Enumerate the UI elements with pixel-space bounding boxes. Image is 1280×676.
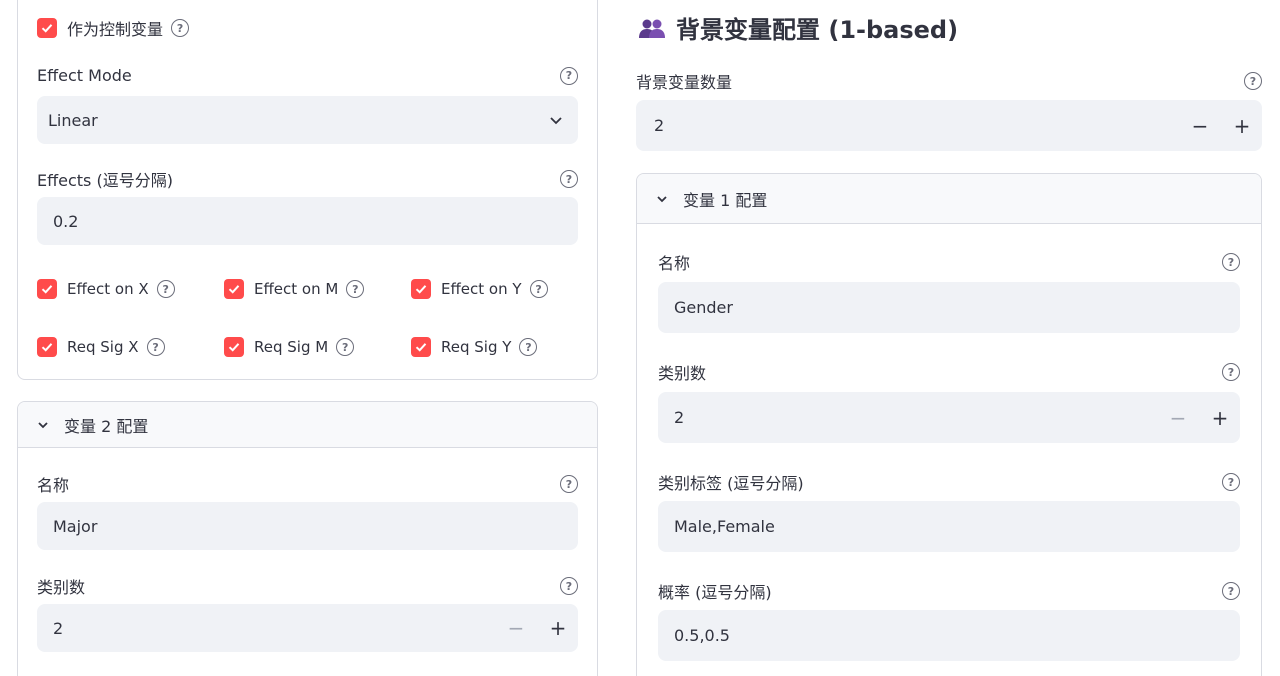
name-label: 名称 <box>658 254 691 273</box>
chevron-down-icon <box>38 421 48 428</box>
effect-on-y-checkbox[interactable]: Effect on Y ? <box>411 279 548 299</box>
control-variable-checkbox[interactable]: 作为控制变量 ? <box>37 16 190 40</box>
req-sig-y-checkbox[interactable]: Req Sig Y ? <box>411 337 538 357</box>
stepper-buttons: − + <box>1168 392 1230 443</box>
variable-1-header-label: 变量 1 配置 <box>683 190 768 210</box>
name-label: 名称 <box>37 476 70 495</box>
plus-button[interactable]: + <box>1232 114 1252 138</box>
effect-mode-value: Linear <box>48 110 98 130</box>
plus-button[interactable]: + <box>1210 406 1230 430</box>
effect-on-m-checkbox[interactable]: Effect on M ? <box>224 279 365 299</box>
variable-2-header-label: 变量 2 配置 <box>64 416 149 436</box>
help-icon[interactable]: ? <box>1222 582 1240 600</box>
categories-label-row: 类别数 ? <box>37 574 578 598</box>
background-count-value: 2 <box>654 116 665 135</box>
help-icon[interactable]: ? <box>560 475 578 493</box>
effects-label-row: Effects (逗号分隔) ? <box>37 167 578 191</box>
variable-2-categories-value: 2 <box>53 618 64 638</box>
page-title: 背景变量配置 (1-based) <box>638 10 958 45</box>
variable-1-categories-stepper[interactable]: 2 − + <box>658 392 1240 443</box>
probability-input[interactable]: 0.5,0.5 <box>658 610 1240 661</box>
effects-value: 0.2 <box>53 211 79 231</box>
control-variable-label: 作为控制变量 <box>67 20 164 39</box>
variable-2-expander-header[interactable]: 变量 2 配置 <box>18 402 597 448</box>
right-column: 背景变量配置 (1-based) 背景变量数量 ? 2 − + 变量 1 配置 … <box>618 0 1280 676</box>
checkbox-label: Req Sig M <box>254 338 329 356</box>
stepper-buttons: − + <box>506 604 568 652</box>
minus-button[interactable]: − <box>506 616 526 640</box>
help-icon[interactable]: ? <box>560 577 578 595</box>
help-icon[interactable]: ? <box>1222 473 1240 491</box>
variable-2-expander: 变量 2 配置 名称 ? Major 类别数 ? 2 − + <box>17 401 598 676</box>
chevron-down-icon <box>657 195 667 202</box>
minus-button[interactable]: − <box>1190 114 1210 138</box>
variable-1-expander: 变量 1 配置 名称 ? Gender 类别数 ? 2 − + 类别标签 (逗号… <box>636 173 1262 676</box>
category-labels-label: 类别标签 (逗号分隔) <box>658 474 804 493</box>
page-title-text: 背景变量配置 (1-based) <box>676 16 959 44</box>
count-label-row: 背景变量数量 ? <box>636 69 1262 93</box>
effect-mode-label-row: Effect Mode ? <box>37 66 578 85</box>
help-icon[interactable]: ? <box>156 280 175 298</box>
categories-label: 类别数 <box>37 578 86 597</box>
effect-mode-label: Effect Mode <box>37 66 132 85</box>
help-icon[interactable]: ? <box>1222 363 1240 381</box>
background-count-stepper[interactable]: 2 − + <box>636 100 1262 151</box>
stepper-buttons: − + <box>1190 100 1252 151</box>
variable-2-name-value: Major <box>53 516 98 536</box>
help-icon[interactable]: ? <box>346 280 365 298</box>
categories-label: 类别数 <box>658 364 707 383</box>
variable-1-name-value: Gender <box>674 298 733 317</box>
probability-label: 概率 (逗号分隔) <box>658 583 772 602</box>
probability-label-row: 概率 (逗号分隔) ? <box>658 579 1240 603</box>
checkbox-label: Req Sig X <box>67 338 139 356</box>
checkbox-checked-icon <box>37 18 57 38</box>
checkbox-checked-icon <box>37 337 57 357</box>
help-icon[interactable]: ? <box>560 170 578 188</box>
probability-value: 0.5,0.5 <box>674 626 730 645</box>
variable-1-categories-value: 2 <box>674 408 685 427</box>
checkbox-label: Req Sig Y <box>441 338 512 356</box>
variable-1-name-input[interactable]: Gender <box>658 282 1240 333</box>
name-label-row: 名称 ? <box>37 472 578 496</box>
effect-mode-select[interactable]: Linear <box>37 96 578 144</box>
variable-2-name-input[interactable]: Major <box>37 502 578 550</box>
checkbox-label: Effect on Y <box>441 280 522 298</box>
help-icon[interactable]: ? <box>146 338 165 356</box>
req-sig-x-checkbox[interactable]: Req Sig X ? <box>37 337 165 357</box>
req-sig-m-checkbox[interactable]: Req Sig M ? <box>224 337 355 357</box>
category-labels-value: Male,Female <box>674 517 775 536</box>
checkbox-checked-icon <box>224 279 244 299</box>
checkbox-checked-icon <box>224 337 244 357</box>
variable-1-expander-header[interactable]: 变量 1 配置 <box>637 174 1261 224</box>
name-label-row: 名称 ? <box>658 250 1240 274</box>
people-icon <box>639 19 665 38</box>
effect-on-x-checkbox[interactable]: Effect on X ? <box>37 279 175 299</box>
help-icon[interactable]: ? <box>171 19 190 37</box>
variable-2-categories-stepper[interactable]: 2 − + <box>37 604 578 652</box>
help-icon[interactable]: ? <box>560 66 578 85</box>
help-icon[interactable]: ? <box>1244 72 1262 90</box>
effects-input[interactable]: 0.2 <box>37 197 578 245</box>
help-icon[interactable]: ? <box>1222 253 1240 271</box>
plus-button[interactable]: + <box>548 616 568 640</box>
category-labels-label-row: 类别标签 (逗号分隔) ? <box>658 470 1240 494</box>
checkbox-label: Effect on X <box>67 280 149 298</box>
checkbox-label: Effect on M <box>254 280 339 298</box>
category-labels-input[interactable]: Male,Female <box>658 501 1240 552</box>
checkbox-checked-icon <box>37 279 57 299</box>
help-icon[interactable]: ? <box>519 338 538 356</box>
left-column: 作为控制变量 ? Effect Mode ? Linear Effects (逗… <box>0 0 618 676</box>
help-icon[interactable]: ? <box>336 338 355 356</box>
checkbox-checked-icon <box>411 337 431 357</box>
help-icon[interactable]: ? <box>529 280 548 298</box>
control-variable-panel: 作为控制变量 ? Effect Mode ? Linear Effects (逗… <box>17 0 598 380</box>
effects-label: Effects (逗号分隔) <box>37 171 173 190</box>
chevron-down-icon <box>550 117 562 125</box>
checkbox-checked-icon <box>411 279 431 299</box>
count-label: 背景变量数量 <box>636 73 733 92</box>
categories-label-row: 类别数 ? <box>658 360 1240 384</box>
minus-button[interactable]: − <box>1168 406 1188 430</box>
